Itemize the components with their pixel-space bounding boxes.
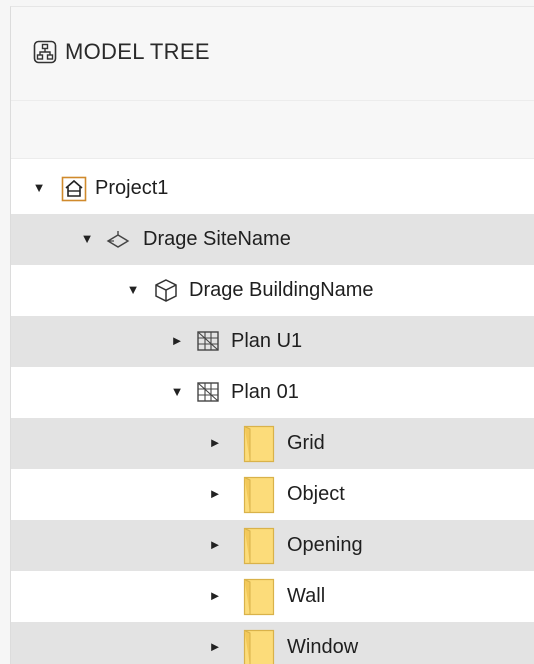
expand-down-arrow-icon[interactable]: ▼: [31, 177, 47, 199]
panel-title: MODEL TREE: [65, 39, 210, 64]
toolbar-area: [11, 101, 534, 159]
tree-item-wall[interactable]: ► Wall: [11, 571, 534, 622]
hierarchy-icon: [33, 40, 57, 64]
expand-right-arrow-icon[interactable]: ►: [207, 483, 223, 505]
tree-item-label: Opening: [287, 534, 363, 556]
expand-down-arrow-icon[interactable]: ▼: [125, 279, 141, 301]
house-icon: [61, 176, 87, 202]
folder-icon: [243, 578, 275, 616]
tree-item-label: Drage SiteName: [143, 228, 291, 250]
folder-icon: [243, 629, 275, 664]
model-tree-panel: MODEL TREE ▼ Project1 ▼ Drage SiteName ▼…: [10, 6, 534, 664]
expand-right-arrow-icon[interactable]: ►: [207, 636, 223, 658]
tree-item-label: Plan U1: [231, 330, 303, 352]
model-tree: ▼ Project1 ▼ Drage SiteName ▼ Drage Buil…: [11, 163, 534, 664]
tree-item-label: Drage BuildingName: [189, 279, 374, 301]
tree-item-grid[interactable]: ► Grid: [11, 418, 534, 469]
floor-plan-icon: [197, 331, 219, 351]
expand-down-arrow-icon[interactable]: ▼: [169, 381, 185, 403]
tree-item-label: Project1: [95, 177, 169, 199]
tree-item-building[interactable]: ▼ Drage BuildingName: [11, 265, 534, 316]
folder-icon: [243, 425, 275, 463]
tree-item-plan-u1[interactable]: ► Plan U1: [11, 316, 534, 367]
expand-right-arrow-icon[interactable]: ►: [207, 534, 223, 556]
expand-right-arrow-icon[interactable]: ►: [207, 432, 223, 454]
expand-right-arrow-icon[interactable]: ►: [169, 330, 185, 352]
floor-plan-icon: [197, 382, 219, 402]
tree-item-label: Window: [287, 636, 359, 658]
folder-icon: [243, 527, 275, 565]
panel-header: MODEL TREE: [11, 7, 534, 101]
tree-item-label: Object: [287, 483, 345, 505]
tree-item-opening[interactable]: ► Opening: [11, 520, 534, 571]
tree-item-plan-01[interactable]: ▼ Plan 01: [11, 367, 534, 418]
building-cube-icon: [155, 279, 177, 302]
expand-down-arrow-icon[interactable]: ▼: [79, 228, 95, 250]
tree-item-site[interactable]: ▼ Drage SiteName: [11, 214, 534, 265]
tree-item-label: Grid: [287, 432, 325, 454]
site-icon: [106, 231, 130, 248]
tree-item-window[interactable]: ► Window: [11, 622, 534, 664]
folder-icon: [243, 476, 275, 514]
tree-item-label: Wall: [287, 585, 326, 607]
expand-right-arrow-icon[interactable]: ►: [207, 585, 223, 607]
tree-item-object[interactable]: ► Object: [11, 469, 534, 520]
tree-item-project1[interactable]: ▼ Project1: [11, 163, 534, 214]
tree-item-label: Plan 01: [231, 381, 299, 403]
